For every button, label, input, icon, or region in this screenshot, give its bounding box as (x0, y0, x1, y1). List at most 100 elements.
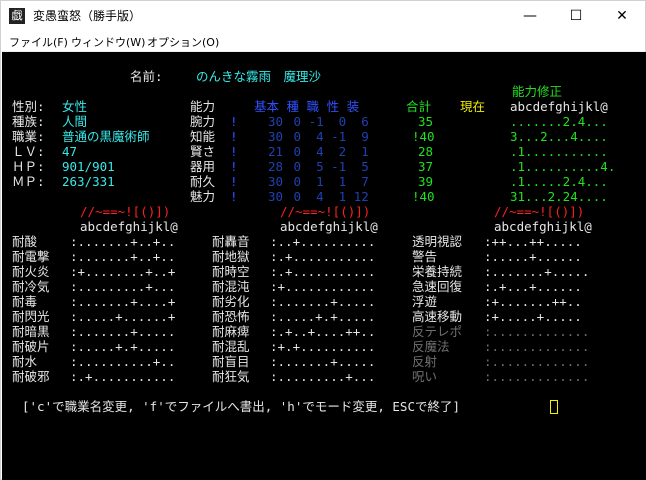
stat-total: 37 (418, 159, 434, 174)
menu-file[interactable]: ファイル(F) (9, 34, 68, 50)
stats-columns-header: 基本 種 職 性 装 (254, 99, 360, 114)
stat-name: 賢さ (190, 144, 216, 159)
equip-symbols: //~==~![()]) (494, 204, 585, 219)
stats-current-header: 現在 (460, 99, 486, 114)
stat-breakdown: 0 -1 0 6 (286, 114, 369, 129)
stat-mods: 3...2...4.... (510, 129, 608, 144)
stat-breakdown: 0 4 1 12 (286, 189, 369, 204)
stat-name: 知能 (190, 129, 216, 144)
sex-value: 女性 (62, 99, 88, 114)
stat-divider: ! (230, 174, 238, 189)
level-label: ＬＶ: (12, 144, 45, 159)
resist-value: :.+........... (270, 249, 376, 264)
resist-letters: abcdefghijkl@ (280, 219, 378, 234)
stat-base: 28 (268, 159, 284, 174)
equip-symbols: //~==~![()]) (80, 204, 171, 219)
resist-label: 耐盲目 (212, 354, 250, 369)
stat-divider: ! (230, 189, 238, 204)
resist-value: :............. (484, 369, 590, 384)
stat-breakdown: 0 4 2 1 (286, 144, 369, 159)
stat-name: 器用 (190, 159, 216, 174)
resist-value: :+.+.......... (270, 339, 376, 354)
resist-value: :............. (484, 339, 590, 354)
close-icon: ✕ (616, 8, 628, 24)
maximize-icon: ☐ (569, 8, 583, 24)
resist-value: :............. (484, 324, 590, 339)
resist-value: :............. (484, 354, 590, 369)
resist-label: 耐狂気 (212, 369, 250, 384)
stat-divider: ! (230, 159, 238, 174)
stat-mods: .1........... (510, 144, 608, 159)
resist-value: :+........+..+ (70, 264, 176, 279)
app-icon: 戯 (9, 8, 25, 24)
resist-label: 栄養持続 (412, 264, 463, 279)
resist-value: :.....+...... (484, 249, 582, 264)
resist-label: 耐閃光 (12, 309, 50, 324)
sex-label: 性別: (12, 99, 45, 114)
resist-label: 耐轟音 (212, 234, 250, 249)
resist-value: :.......+..... (70, 324, 176, 339)
stat-total: 39 (418, 174, 434, 189)
stats-ability-header: 能力 (190, 99, 216, 114)
resist-label: 耐火炎 (12, 264, 50, 279)
maximize-button[interactable]: ☐ (553, 1, 599, 31)
resist-label: 耐混沌 (212, 279, 250, 294)
resist-label: 耐劣化 (212, 294, 250, 309)
minimize-icon: — (523, 8, 537, 24)
race-label: 種族: (12, 114, 45, 129)
resist-label: 耐酸 (12, 234, 38, 249)
resist-label: 透明視認 (412, 234, 463, 249)
close-button[interactable]: ✕ (599, 1, 645, 31)
resist-label: 急速回復 (412, 279, 463, 294)
resist-value: :.........+... (70, 279, 176, 294)
class-label: 職業: (12, 129, 45, 144)
resist-value: :.....+.+..... (70, 339, 176, 354)
menu-window[interactable]: ウィンドウ(W) (71, 34, 145, 50)
text-cursor (550, 400, 558, 414)
app-window: 戯 変愚蛮怒（勝手版） — ☐ ✕ ファイル(F) ウィンドウ(W) オプション… (0, 0, 646, 480)
resist-label: 耐冷気 (12, 279, 50, 294)
resist-value: :.+..+....++.. (270, 324, 376, 339)
stat-mods: .1.....2.4... (510, 174, 608, 189)
stat-name: 耐久 (190, 174, 216, 189)
stat-total: 35 (418, 114, 434, 129)
resist-label: 反魔法 (412, 339, 450, 354)
stat-breakdown: 0 5 -1 5 (286, 159, 369, 174)
resist-label: 反射 (412, 354, 438, 369)
stats-total-header: 合計 (406, 99, 432, 114)
name-label: 名前: (130, 69, 163, 84)
class-value: 普通の黒魔術師 (62, 129, 150, 144)
title-bar[interactable]: 戯 変愚蛮怒（勝手版） — ☐ ✕ (1, 1, 645, 31)
resist-value: :.......+..... (484, 264, 590, 279)
resist-label: 浮遊 (412, 294, 438, 309)
stat-divider: ! (230, 114, 238, 129)
stat-base: 30 (268, 189, 284, 204)
resist-value: :.......+..+.. (70, 249, 176, 264)
level-value: 47 (62, 144, 78, 159)
stat-name: 腕力 (190, 114, 216, 129)
resist-label: 警告 (412, 249, 438, 264)
resist-value: :.....+......+ (70, 309, 176, 324)
resist-label: 耐破片 (12, 339, 50, 354)
resist-label: 耐時空 (212, 264, 250, 279)
terminal-screen[interactable]: 名前: のんきな霧雨 魔理沙 能力修正 性別: 女性 種族: 人間 職業: 普通… (2, 52, 646, 480)
resist-value: :.......+..+.. (70, 234, 176, 249)
minimize-button[interactable]: — (507, 1, 553, 31)
resist-value: :.....+.+..... (270, 309, 376, 324)
resist-label: 耐破邪 (12, 369, 50, 384)
stat-divider: ! (230, 129, 238, 144)
stat-divider: ! (230, 144, 238, 159)
resist-label: 耐恐怖 (212, 309, 250, 324)
hp-label: ＨＰ: (12, 159, 45, 174)
resist-value: :..+.......... (270, 234, 376, 249)
resist-value: :+.......++.. (484, 294, 582, 309)
hp-value: 901/901 (62, 159, 115, 174)
resist-value: :.+...+...... (484, 279, 582, 294)
resist-letters: abcdefghijkl@ (80, 219, 178, 234)
menu-options[interactable]: オプション(O) (147, 34, 219, 50)
mp-label: ＭＰ: (12, 174, 45, 189)
resist-label: 耐電撃 (12, 249, 50, 264)
resist-label: 高速移動 (412, 309, 463, 324)
stat-total: !40 (412, 129, 435, 144)
resist-label: 反テレポ (412, 324, 463, 339)
